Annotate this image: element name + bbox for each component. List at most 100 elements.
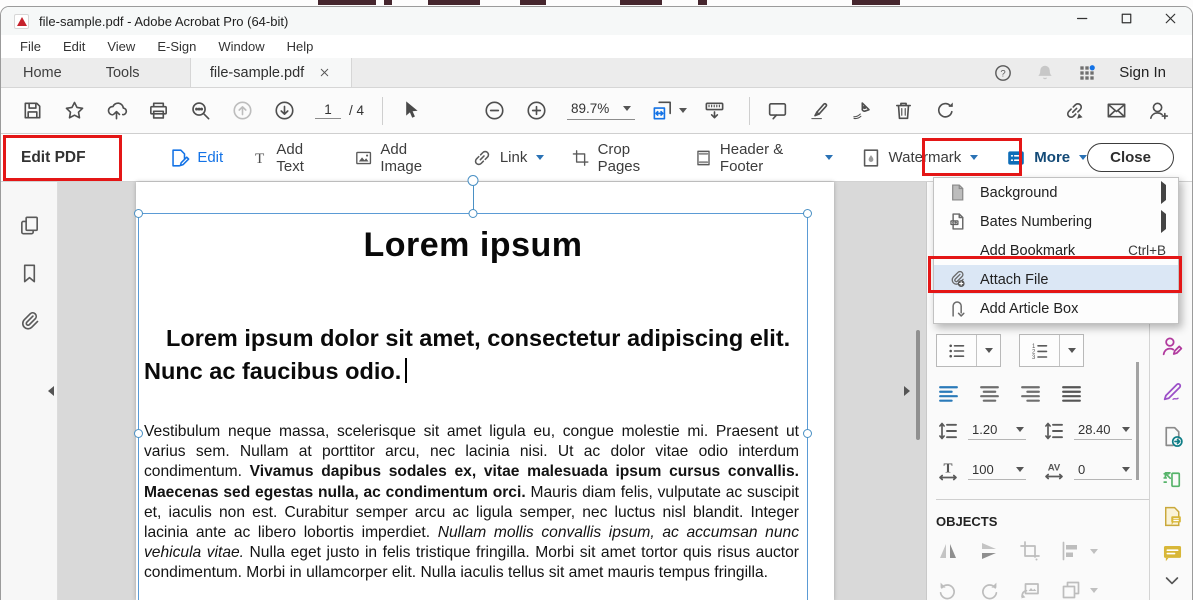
comment-tool-icon[interactable] [1160, 540, 1185, 565]
header-footer-button[interactable]: Header & Footer [694, 141, 833, 175]
align-center-icon[interactable] [977, 381, 1002, 406]
watermark-button[interactable]: Watermark [860, 147, 979, 169]
document-viewport[interactable]: Lorem ipsum Lorem ipsum dolor sit amet, … [58, 182, 926, 600]
flip-horizontal-icon[interactable] [936, 539, 960, 563]
menu-item-attach-file[interactable]: Attach File [934, 265, 1178, 294]
minimize-button[interactable] [1060, 7, 1104, 35]
align-right-icon[interactable] [1018, 381, 1043, 406]
maximize-button[interactable] [1104, 7, 1148, 35]
chevron-down-icon[interactable] [1068, 348, 1076, 353]
numbered-list-control[interactable]: 123 [1019, 334, 1084, 367]
resize-handle-top-center[interactable] [469, 209, 478, 218]
expand-right-panel-icon[interactable] [904, 386, 910, 396]
find-icon[interactable] [189, 99, 212, 122]
resize-handle-mid-right[interactable] [803, 429, 812, 438]
page-number-input[interactable]: 1 [315, 102, 341, 119]
flip-vertical-icon[interactable] [977, 539, 1001, 563]
collapse-left-pane-icon[interactable] [48, 386, 54, 396]
previous-page-icon[interactable] [231, 99, 254, 122]
rotate-left-icon[interactable] [936, 578, 960, 600]
measure-icon[interactable] [703, 99, 726, 122]
zoom-in-icon[interactable] [525, 99, 548, 122]
menu-esign[interactable]: E-Sign [146, 37, 207, 56]
comment-icon[interactable] [766, 99, 789, 122]
more-tools-chevron-icon[interactable] [1162, 568, 1182, 593]
zoom-out-icon[interactable] [483, 99, 506, 122]
fit-width-button[interactable] [651, 99, 687, 122]
link-share-icon[interactable] [1063, 99, 1086, 122]
menu-item-add-bookmark[interactable]: Add Bookmark Ctrl+B [934, 236, 1178, 265]
pdf-page[interactable]: Lorem ipsum Lorem ipsum dolor sit amet, … [136, 182, 834, 600]
tab-home[interactable]: Home [1, 58, 84, 87]
apps-grid-icon[interactable] [1077, 63, 1097, 83]
next-page-icon[interactable] [273, 99, 296, 122]
document-subheading[interactable]: Lorem ipsum dolor sit amet, consectetur … [144, 322, 796, 388]
menu-item-bates-numbering[interactable]: 012 Bates Numbering [934, 207, 1178, 236]
menu-file[interactable]: File [9, 37, 52, 56]
export-pdf-icon[interactable] [1160, 424, 1185, 449]
text-selection-box[interactable]: Lorem ipsum Lorem ipsum dolor sit amet, … [138, 213, 808, 600]
crop-object-icon[interactable] [1018, 539, 1042, 563]
tab-document[interactable]: file-sample.pdf [190, 58, 352, 87]
bulleted-list-control[interactable] [936, 334, 1001, 367]
resize-handle-top-left[interactable] [134, 209, 143, 218]
document-body-paragraph[interactable]: Vestibulum neque massa, scelerisque sit … [144, 422, 799, 600]
send-mail-icon[interactable] [1105, 99, 1128, 122]
add-text-button[interactable]: T Add Text [250, 141, 327, 175]
menu-edit[interactable]: Edit [52, 37, 96, 56]
save-icon[interactable] [21, 99, 44, 122]
page-thumbnails-icon[interactable] [18, 214, 41, 237]
close-panel-button[interactable]: Close [1087, 143, 1174, 172]
select-tool-icon[interactable] [399, 99, 422, 122]
share-people-icon[interactable] [1147, 99, 1170, 122]
line-spacing-select[interactable]: 1.20 [968, 422, 1026, 440]
sign-in-button[interactable]: Sign In [1119, 64, 1166, 81]
paragraph-spacing-select[interactable]: 28.40 [1074, 422, 1132, 440]
draw-pen-icon[interactable] [1160, 379, 1185, 404]
link-button[interactable]: Link [471, 147, 545, 169]
notifications-bell-icon[interactable] [1035, 63, 1055, 83]
bookmarks-icon[interactable] [18, 262, 41, 285]
align-justify-icon[interactable] [1059, 381, 1084, 406]
highlight-icon[interactable] [808, 99, 831, 122]
horizontal-scale-select[interactable]: 100 [968, 462, 1026, 480]
tab-tools[interactable]: Tools [84, 58, 162, 87]
request-signatures-icon[interactable] [1160, 504, 1185, 529]
replace-image-icon[interactable] [1018, 578, 1042, 600]
chevron-down-icon[interactable] [1090, 549, 1098, 554]
menu-view[interactable]: View [96, 37, 146, 56]
close-window-button[interactable] [1148, 7, 1192, 35]
character-spacing-select[interactable]: 0 [1074, 462, 1132, 480]
edit-button[interactable]: Edit [168, 147, 223, 169]
menu-item-background[interactable]: Background [934, 178, 1178, 207]
panel-scrollbar[interactable] [1136, 362, 1139, 480]
delete-icon[interactable] [892, 99, 915, 122]
hand-tool-icon[interactable] [441, 99, 464, 122]
crop-pages-button[interactable]: Crop Pages [571, 141, 667, 175]
star-icon[interactable] [63, 99, 86, 122]
attachments-icon[interactable] [18, 309, 41, 332]
organize-pages-icon[interactable] [1160, 467, 1185, 492]
help-icon[interactable]: ? [993, 63, 1013, 83]
fill-and-sign-icon[interactable] [1160, 334, 1185, 359]
zoom-level-select[interactable]: 89.7% [567, 101, 635, 120]
document-heading[interactable]: Lorem ipsum [139, 226, 807, 265]
chevron-down-icon[interactable] [985, 348, 993, 353]
close-tab-icon[interactable] [318, 66, 331, 79]
chevron-down-icon[interactable] [1090, 588, 1098, 593]
menu-window[interactable]: Window [207, 37, 275, 56]
arrange-objects-icon[interactable] [1059, 578, 1083, 600]
more-button[interactable]: More [1005, 147, 1087, 169]
rotation-handle[interactable] [468, 175, 479, 186]
share-icon[interactable] [105, 99, 128, 122]
add-image-button[interactable]: Add Image [354, 141, 444, 175]
align-left-icon[interactable] [936, 381, 961, 406]
resize-handle-top-right[interactable] [803, 209, 812, 218]
rotate-icon[interactable] [934, 99, 957, 122]
resize-handle-mid-left[interactable] [134, 429, 143, 438]
menu-item-add-article-box[interactable]: Add Article Box [934, 294, 1178, 323]
document-scrollbar[interactable] [916, 330, 920, 440]
menu-help[interactable]: Help [276, 37, 325, 56]
align-objects-icon[interactable] [1059, 539, 1083, 563]
rotate-right-icon[interactable] [977, 578, 1001, 600]
